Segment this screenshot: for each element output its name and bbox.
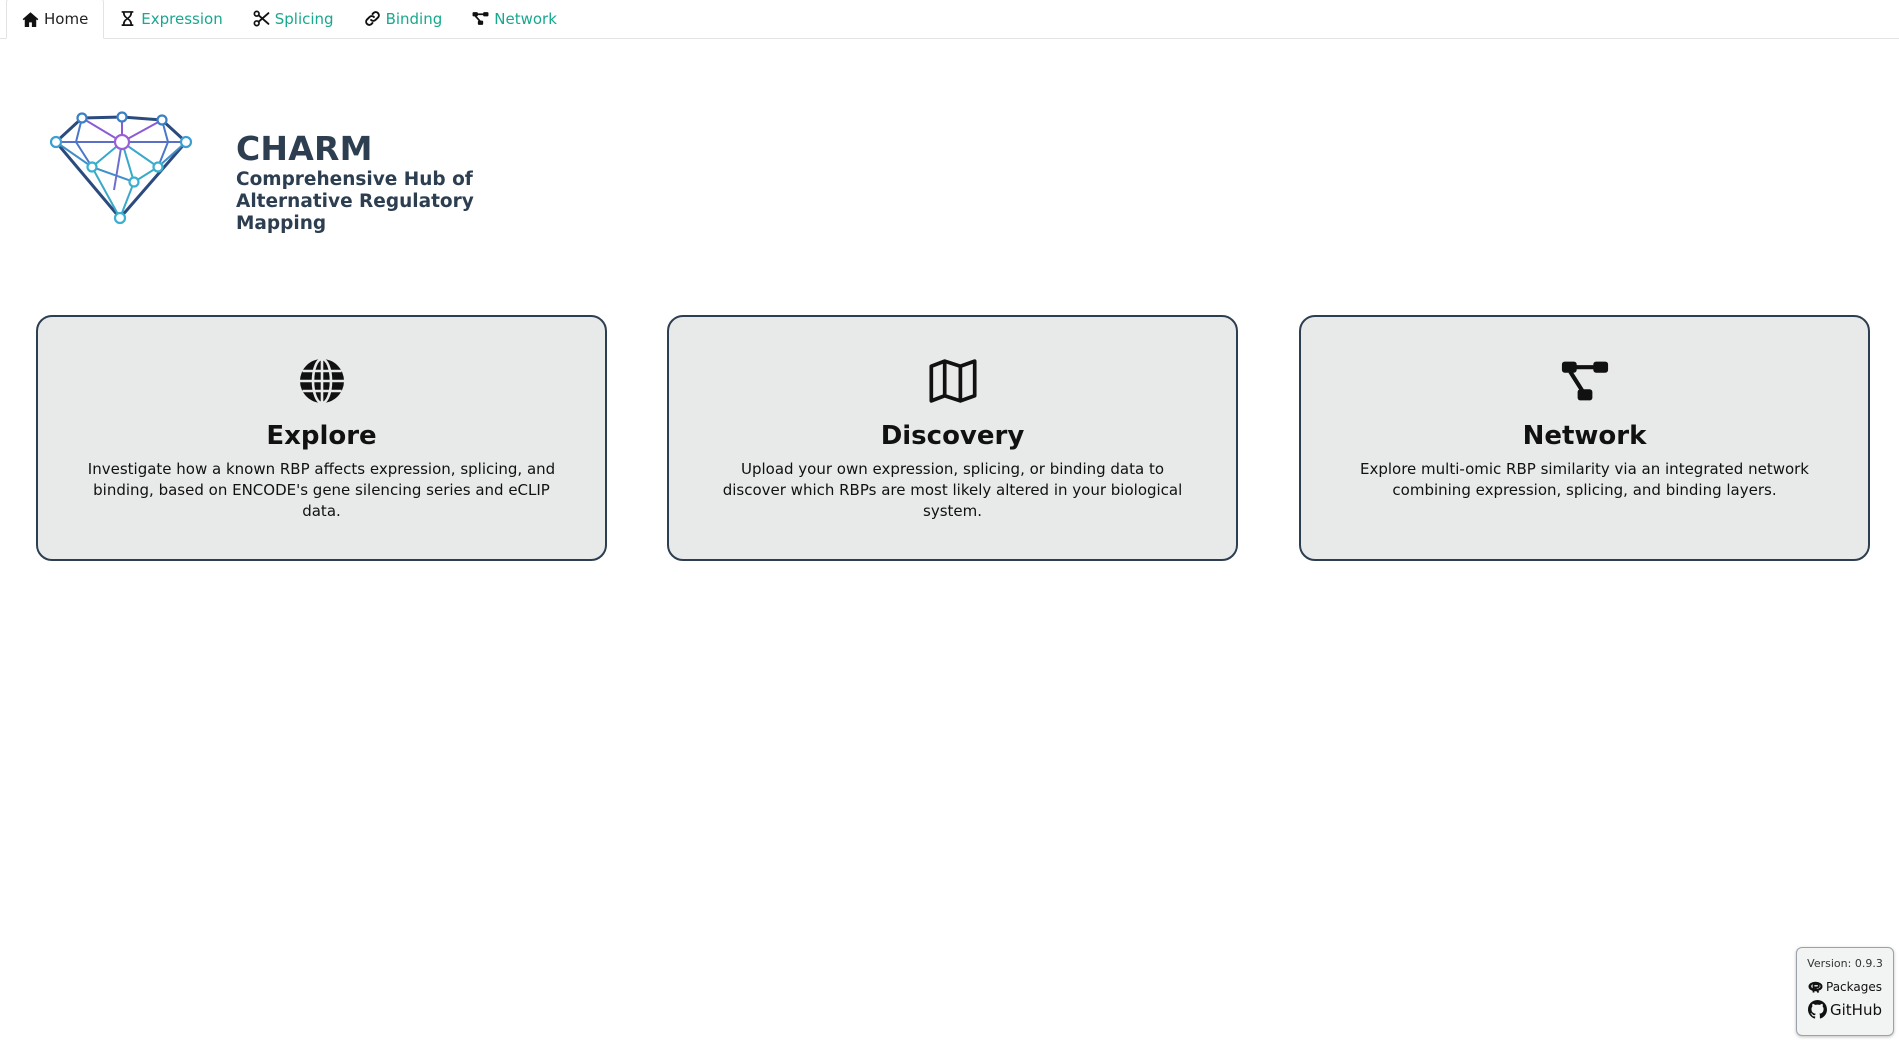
globe-icon — [298, 357, 346, 405]
charm-logo — [46, 110, 196, 228]
tab-binding-label: Binding — [385, 9, 443, 28]
discovery-card[interactable]: Discovery Upload your own expression, sp… — [667, 315, 1238, 561]
packages-label: Packages — [1826, 980, 1882, 994]
tab-expression[interactable]: Expression — [104, 0, 237, 38]
map-icon — [928, 357, 977, 405]
version-info-box: Version: 0.9.3 Packages GitHub — [1796, 947, 1894, 1036]
tab-splicing[interactable]: Splicing — [238, 0, 349, 38]
tab-splicing-label: Splicing — [274, 9, 334, 28]
scissors-icon — [253, 10, 270, 27]
r-package-icon — [1808, 981, 1823, 993]
hourglass-icon — [119, 10, 136, 27]
tab-network-label: Network — [494, 9, 557, 28]
packages-link[interactable]: Packages — [1808, 980, 1882, 994]
tab-home[interactable]: Home — [6, 0, 105, 39]
link-icon — [364, 10, 381, 27]
header: CHARM Comprehensive Hub of Alternative R… — [236, 129, 566, 235]
network-card[interactable]: Network Explore multi-omic RBP similarit… — [1299, 315, 1870, 561]
github-icon — [1808, 1000, 1827, 1019]
discovery-card-description: Upload your own expression, splicing, or… — [722, 460, 1183, 520]
explore-card-title: Explore — [266, 421, 377, 451]
tab-binding[interactable]: Binding — [349, 0, 458, 38]
explore-card[interactable]: Explore Investigate how a known RBP affe… — [36, 315, 607, 561]
github-label: GitHub — [1830, 1000, 1882, 1019]
tab-expression-label: Expression — [141, 9, 223, 28]
network-icon — [472, 10, 489, 27]
home-icon — [22, 11, 39, 28]
tab-home-label: Home — [44, 10, 89, 28]
network-card-title: Network — [1522, 421, 1647, 451]
github-link[interactable]: GitHub — [1808, 1000, 1882, 1019]
discovery-card-title: Discovery — [880, 421, 1025, 451]
tab-network[interactable]: Network — [457, 0, 572, 38]
page-title: CHARM — [236, 129, 373, 168]
explore-card-description: Investigate how a known RBP affects expr… — [87, 460, 556, 520]
network-icon — [1561, 357, 1609, 405]
page-subtitle: Comprehensive Hub of Alternative Regulat… — [236, 169, 474, 234]
network-card-description: Explore multi-omic RBP similarity via an… — [1359, 460, 1809, 499]
main-navbar: Home Expression Splicing Binding Network — [0, 0, 1899, 39]
version-label: Version: 0.9.3 — [1807, 957, 1883, 970]
